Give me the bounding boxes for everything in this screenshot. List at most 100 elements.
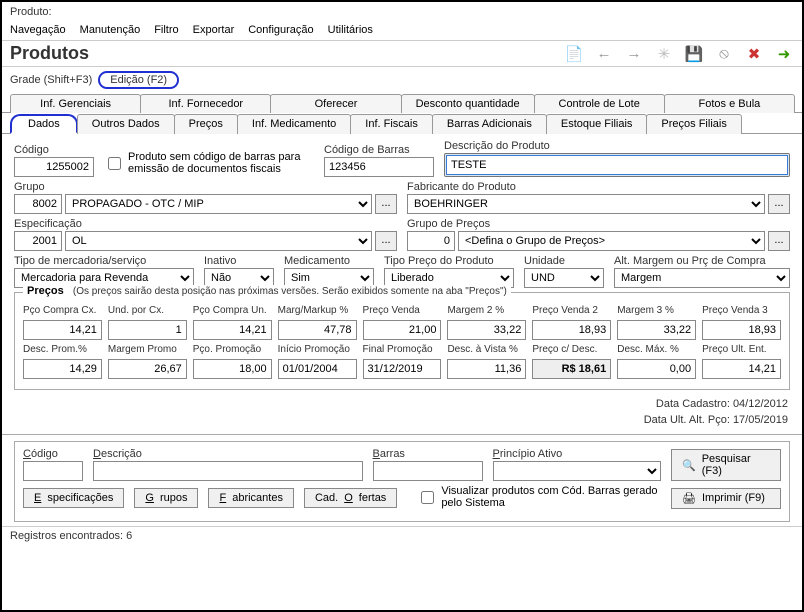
alt-margem-label: Alt. Margem ou Prç de Compra bbox=[614, 255, 790, 267]
tab-outros-dados[interactable]: Outros Dados bbox=[77, 114, 175, 134]
prev-icon[interactable]: ← bbox=[594, 44, 614, 64]
menu-filtro[interactable]: Filtro bbox=[154, 24, 178, 36]
menu-manutencao[interactable]: Manutenção bbox=[80, 24, 141, 36]
tab-fotos-bula[interactable]: Fotos e Bula bbox=[664, 94, 795, 113]
price-input[interactable] bbox=[193, 359, 272, 379]
print-icon: 🖨 bbox=[682, 492, 696, 505]
pesquisar-button[interactable]: 🔍 Pesquisar (F3) bbox=[671, 449, 781, 481]
especificacoes-button[interactable]: Especificações bbox=[23, 488, 124, 508]
tab-inf-medicamento[interactable]: Inf. Medicamento bbox=[237, 114, 351, 134]
descricao-label: Descrição do Produto bbox=[444, 140, 790, 152]
tab-estoque-filiais[interactable]: Estoque Filiais bbox=[546, 114, 648, 134]
fabricantes-button[interactable]: Fabricantes bbox=[208, 488, 294, 508]
fabricante-lookup-button[interactable]: ... bbox=[768, 194, 790, 214]
price-label: Preço Venda 3 bbox=[702, 305, 781, 316]
menu-utilitarios[interactable]: Utilitários bbox=[328, 24, 373, 36]
price-input[interactable] bbox=[363, 359, 442, 379]
grupos-button[interactable]: Grupos bbox=[134, 488, 198, 508]
price-input[interactable] bbox=[617, 359, 696, 379]
menu-navegacao[interactable]: Navegação bbox=[10, 24, 66, 36]
tab-barras-adicionais[interactable]: Barras Adicionais bbox=[432, 114, 547, 134]
next-icon[interactable]: → bbox=[624, 44, 644, 64]
delete-icon[interactable]: ✖ bbox=[744, 44, 764, 64]
especificacao-label: Especificação bbox=[14, 218, 397, 230]
exit-icon[interactable]: ➜ bbox=[774, 44, 794, 64]
grupo-label: Grupo bbox=[14, 181, 397, 193]
price-label: Margem Promo bbox=[108, 344, 187, 355]
block-icon[interactable]: ⦸ bbox=[714, 44, 734, 64]
tab-oferecer[interactable]: Oferecer bbox=[270, 94, 401, 113]
search-barras-input[interactable] bbox=[373, 461, 483, 481]
tab-controle-lote[interactable]: Controle de Lote bbox=[534, 94, 665, 113]
tab-precos[interactable]: Preços bbox=[174, 114, 238, 134]
price-input[interactable] bbox=[23, 320, 102, 340]
price-input[interactable] bbox=[702, 359, 781, 379]
fabricante-select[interactable]: BOEHRINGER bbox=[407, 194, 765, 214]
descricao-input[interactable] bbox=[446, 155, 788, 175]
tab-inf-fiscais[interactable]: Inf. Fiscais bbox=[350, 114, 433, 134]
price-input[interactable] bbox=[108, 359, 187, 379]
grupo-code-input[interactable] bbox=[14, 194, 62, 214]
new-icon[interactable]: ✳ bbox=[654, 44, 674, 64]
grupo-select[interactable]: PROPAGADO - OTC / MIP bbox=[65, 194, 372, 214]
sem-barras-label: Produto sem código de barras para emissã… bbox=[128, 151, 314, 175]
price-label: Und. por Cx. bbox=[108, 305, 187, 316]
search-principio-select[interactable] bbox=[493, 461, 661, 481]
especificacao-select[interactable]: OL bbox=[65, 231, 372, 251]
codigo-input[interactable] bbox=[14, 157, 94, 177]
window-title: Produto: bbox=[2, 2, 802, 22]
tab-desconto-quantidade[interactable]: Desconto quantidade bbox=[401, 94, 535, 113]
price-label: Pço Compra Cx. bbox=[23, 305, 102, 316]
especificacao-code-input[interactable] bbox=[14, 231, 62, 251]
tab-inf-fornecedor[interactable]: Inf. Fornecedor bbox=[140, 94, 271, 113]
mode-edicao[interactable]: Edição (F2) bbox=[98, 71, 179, 89]
price-input[interactable] bbox=[532, 359, 611, 379]
sem-barras-checkbox[interactable] bbox=[108, 157, 121, 170]
price-label: Margem 3 % bbox=[617, 305, 696, 316]
price-input[interactable] bbox=[108, 320, 187, 340]
page-title: Produtos bbox=[10, 43, 89, 64]
tab-row-1: Inf. Gerenciais Inf. Fornecedor Oferecer… bbox=[2, 93, 802, 113]
search-icon: 🔍 bbox=[682, 459, 696, 472]
visualizar-checkbox[interactable] bbox=[421, 491, 434, 504]
tab-precos-filiais[interactable]: Preços Filiais bbox=[646, 114, 741, 134]
grupo-lookup-button[interactable]: ... bbox=[375, 194, 397, 214]
price-label: Pço. Promoção bbox=[193, 344, 272, 355]
price-input[interactable] bbox=[363, 320, 442, 340]
tab-inf-gerenciais[interactable]: Inf. Gerenciais bbox=[10, 94, 141, 113]
price-input[interactable] bbox=[23, 359, 102, 379]
alt-margem-select[interactable]: Margem bbox=[614, 268, 790, 288]
price-input[interactable] bbox=[617, 320, 696, 340]
cod-barras-input[interactable] bbox=[324, 157, 434, 177]
mode-grade[interactable]: Grade (Shift+F3) bbox=[10, 74, 92, 86]
price-input[interactable] bbox=[447, 359, 526, 379]
grupo-precos-code-input[interactable] bbox=[407, 231, 455, 251]
unidade-select[interactable]: UND bbox=[524, 268, 604, 288]
price-input[interactable] bbox=[702, 320, 781, 340]
toolbar: 📄 ← → ✳ 💾 ⦸ ✖ ➜ bbox=[564, 44, 794, 64]
menu-exportar[interactable]: Exportar bbox=[193, 24, 235, 36]
price-input[interactable] bbox=[447, 320, 526, 340]
grupo-precos-select[interactable]: <Defina o Grupo de Preços> bbox=[458, 231, 765, 251]
save-icon[interactable]: 💾 bbox=[684, 44, 704, 64]
search-descricao-input[interactable] bbox=[93, 461, 363, 481]
price-input[interactable] bbox=[278, 320, 357, 340]
menu-configuracao[interactable]: Configuração bbox=[248, 24, 313, 36]
tab-row-2: Dados Outros Dados Preços Inf. Medicamen… bbox=[2, 113, 802, 134]
especificacao-lookup-button[interactable]: ... bbox=[375, 231, 397, 251]
cad-ofertas-button[interactable]: Cad. Ofertas bbox=[304, 488, 397, 508]
grupo-precos-lookup-button[interactable]: ... bbox=[768, 231, 790, 251]
price-label: Desc. Máx. % bbox=[617, 344, 696, 355]
precos-legend: Preços (Os preços sairão desta posição n… bbox=[23, 285, 511, 297]
price-input[interactable] bbox=[532, 320, 611, 340]
copy-icon[interactable]: 📄 bbox=[564, 44, 584, 64]
price-input[interactable] bbox=[193, 320, 272, 340]
price-label: Preço Ult. Ent. bbox=[702, 344, 781, 355]
price-label: Preço c/ Desc. bbox=[532, 344, 611, 355]
search-principio-label: Princípio Ativo bbox=[493, 448, 661, 460]
search-codigo-input[interactable] bbox=[23, 461, 83, 481]
tab-dados[interactable]: Dados bbox=[10, 114, 78, 134]
price-input[interactable] bbox=[278, 359, 357, 379]
price-label: Desc. à Vista % bbox=[447, 344, 526, 355]
imprimir-button[interactable]: 🖨 Imprimir (F9) bbox=[671, 488, 781, 509]
